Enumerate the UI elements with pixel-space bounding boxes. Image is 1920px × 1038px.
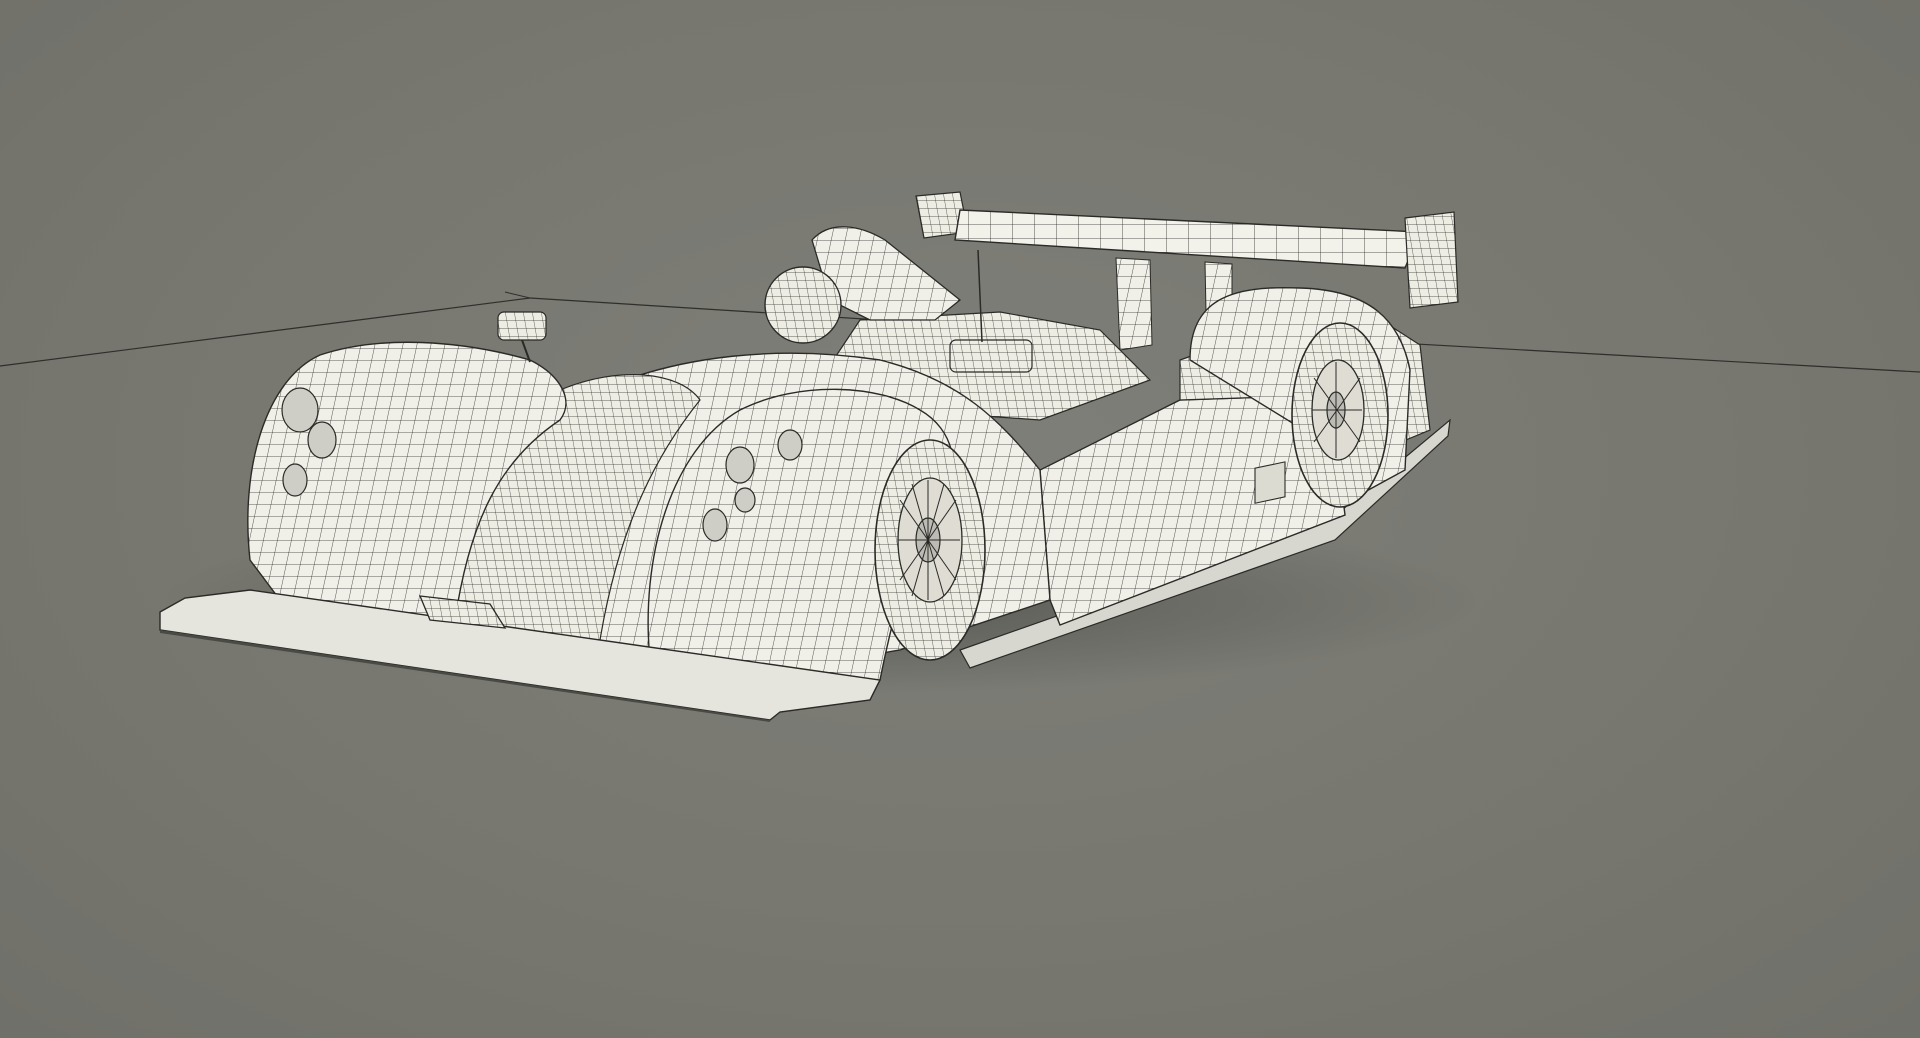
- driver-helmet: [764, 266, 842, 344]
- 3d-viewport[interactable]: [0, 0, 1920, 1038]
- side-vent: [1254, 461, 1286, 504]
- front-wheel[interactable]: [874, 439, 986, 661]
- rear-wheel[interactable]: [1291, 322, 1389, 508]
- viewport-scene[interactable]: [0, 0, 1920, 1038]
